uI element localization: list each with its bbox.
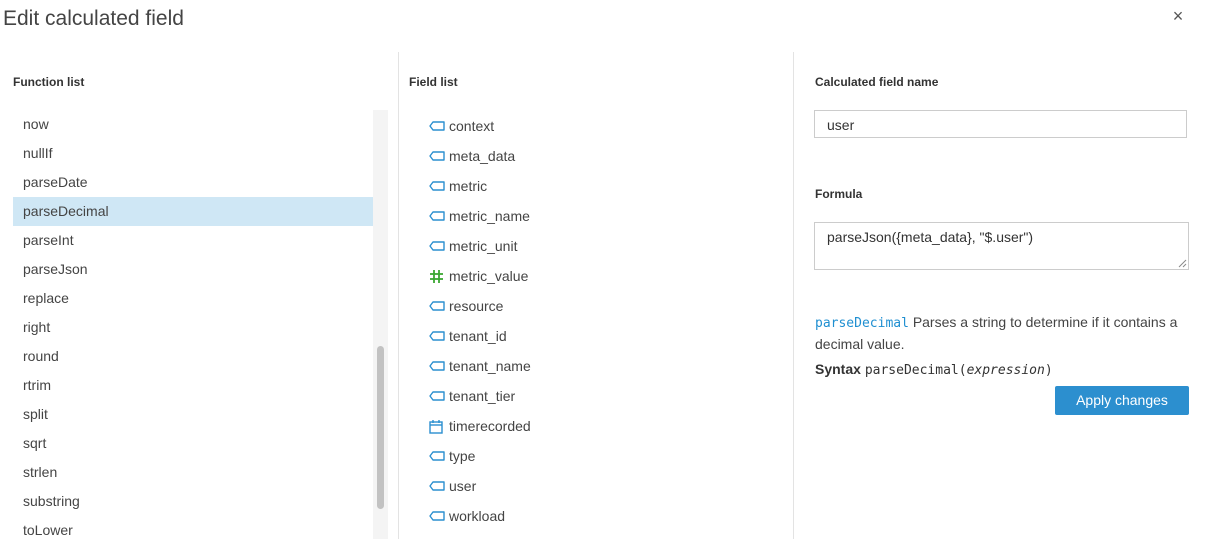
- function-list-item[interactable]: substring: [13, 487, 373, 516]
- text-dimension-icon: [429, 481, 449, 491]
- function-list-item[interactable]: parseDate: [13, 168, 373, 197]
- function-list-item[interactable]: nullIf: [13, 139, 373, 168]
- field-label: resource: [449, 298, 504, 314]
- field-list-heading: Field list: [409, 75, 458, 89]
- function-list-item[interactable]: parseDecimal: [13, 197, 373, 226]
- field-list-item[interactable]: tenant_tier: [429, 381, 531, 411]
- function-list-item[interactable]: parseJson: [13, 255, 373, 284]
- text-dimension-icon: [429, 451, 449, 461]
- function-list-item[interactable]: parseInt: [13, 226, 373, 255]
- function-list-item[interactable]: toLower: [13, 516, 373, 539]
- close-icon[interactable]: ×: [1169, 6, 1187, 26]
- syntax-close: ): [1044, 363, 1053, 378]
- function-syntax: Syntax parseDecimal(expression): [815, 361, 1053, 378]
- function-list-item[interactable]: sqrt: [13, 429, 373, 458]
- field-label: workload: [449, 508, 506, 524]
- function-list-item[interactable]: rtrim: [13, 371, 373, 400]
- syntax-function: parseDecimal(: [864, 363, 967, 378]
- formula-editor[interactable]: parseJson({meta_data}, "$.user"): [814, 222, 1189, 270]
- field-list-item[interactable]: timerecorded: [429, 411, 531, 441]
- field-label: timerecorded: [449, 418, 531, 434]
- field-list-item[interactable]: metric_name: [429, 201, 531, 231]
- field-label: metric_name: [449, 208, 530, 224]
- field-label: tenant_tier: [449, 388, 516, 404]
- function-list: now nullIf parseDate parseDecimal parseInt pa…: [13, 110, 373, 539]
- field-list-item[interactable]: metric_unit: [429, 231, 531, 261]
- syntax-argument: expression: [966, 363, 1045, 378]
- function-list-item[interactable]: right: [13, 313, 373, 342]
- function-list-item[interactable]: replace: [13, 284, 373, 313]
- text-dimension-icon: [429, 301, 449, 311]
- formula-label: Formula: [815, 187, 863, 201]
- column-divider: [793, 52, 794, 539]
- numeric-measure-icon: [429, 269, 449, 284]
- column-divider: [398, 52, 399, 539]
- field-list-item[interactable]: context: [429, 111, 531, 141]
- text-dimension-icon: [429, 511, 449, 521]
- field-list-item[interactable]: meta_data: [429, 141, 531, 171]
- text-dimension-icon: [429, 151, 449, 161]
- field-label: user: [449, 478, 477, 494]
- field-list-item[interactable]: metric: [429, 171, 531, 201]
- text-dimension-icon: [429, 181, 449, 191]
- field-list-item[interactable]: tenant_id: [429, 321, 531, 351]
- function-list-scroll-thumb[interactable]: [377, 346, 384, 509]
- apply-changes-button[interactable]: Apply changes: [1055, 386, 1189, 415]
- field-list-item[interactable]: workload: [429, 501, 531, 531]
- calculated-field-name-input[interactable]: user: [814, 110, 1187, 138]
- function-list-item[interactable]: now: [13, 110, 373, 139]
- field-label: meta_data: [449, 148, 516, 164]
- field-list-item[interactable]: tenant_name: [429, 351, 531, 381]
- resize-handle-icon[interactable]: [1178, 259, 1187, 268]
- function-list-item[interactable]: round: [13, 342, 373, 371]
- field-label: metric_value: [449, 268, 529, 284]
- text-dimension-icon: [429, 361, 449, 371]
- formula-text: parseJson({meta_data}, "$.user"): [827, 229, 1034, 245]
- field-list-item[interactable]: type: [429, 441, 531, 471]
- function-list-item[interactable]: split: [13, 400, 373, 429]
- function-help: parseDecimal Parses a string to determin…: [815, 312, 1195, 355]
- text-dimension-icon: [429, 331, 449, 341]
- field-label: tenant_name: [449, 358, 531, 374]
- text-dimension-icon: [429, 391, 449, 401]
- field-label: metric: [449, 178, 488, 194]
- dialog-title: Edit calculated field: [3, 7, 184, 30]
- help-function-name[interactable]: parseDecimal: [815, 316, 909, 331]
- field-label: tenant_id: [449, 328, 507, 344]
- text-dimension-icon: [429, 211, 449, 221]
- text-dimension-icon: [429, 121, 449, 131]
- calendar-date-icon: [429, 419, 449, 434]
- calculated-field-name-label: Calculated field name: [815, 75, 939, 89]
- field-list-item[interactable]: user: [429, 471, 531, 501]
- field-list-item[interactable]: resource: [429, 291, 531, 321]
- function-list-heading: Function list: [13, 75, 85, 89]
- text-dimension-icon: [429, 241, 449, 251]
- field-list: context meta_datametric metric_name metric_…: [429, 111, 531, 531]
- function-list-item[interactable]: strlen: [13, 458, 373, 487]
- field-label: metric_unit: [449, 238, 518, 254]
- field-list-item[interactable]: metric_value: [429, 261, 531, 291]
- field-label: context: [449, 118, 495, 134]
- field-label: type: [449, 448, 476, 464]
- syntax-label: Syntax: [815, 361, 861, 377]
